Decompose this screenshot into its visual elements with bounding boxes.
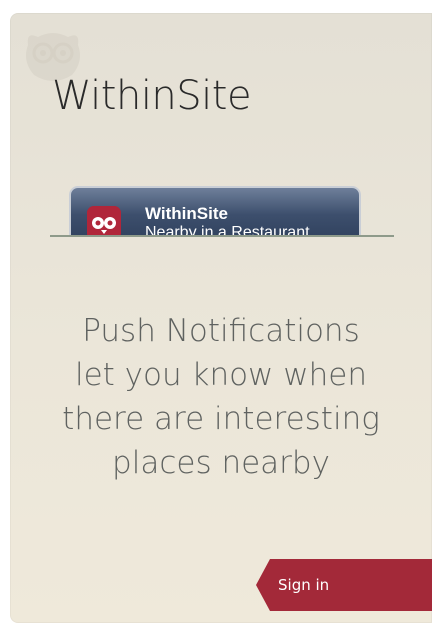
app-title: WithinSite [52,73,252,119]
notification-banner: WithinSite Nearby in a Restaurant [69,186,361,236]
sign-in-label: Sign in [278,576,330,594]
divider [50,235,394,237]
owl-app-icon [87,206,121,236]
notification-title: WithinSite [145,204,228,223]
sign-in-button[interactable]: Sign in [256,559,432,611]
onboarding-message: Push Notifications let you know when the… [30,309,412,485]
notification-preview: WithinSite Nearby in a Restaurant [69,186,365,236]
message-line: Push Notifications [82,313,360,349]
onboarding-screen: WithinSite WithinSite Nearby in a Restau… [10,13,432,623]
message-line: let you know when [74,357,367,393]
message-line: places nearby [112,445,330,481]
message-line: there are interesting [62,401,380,437]
